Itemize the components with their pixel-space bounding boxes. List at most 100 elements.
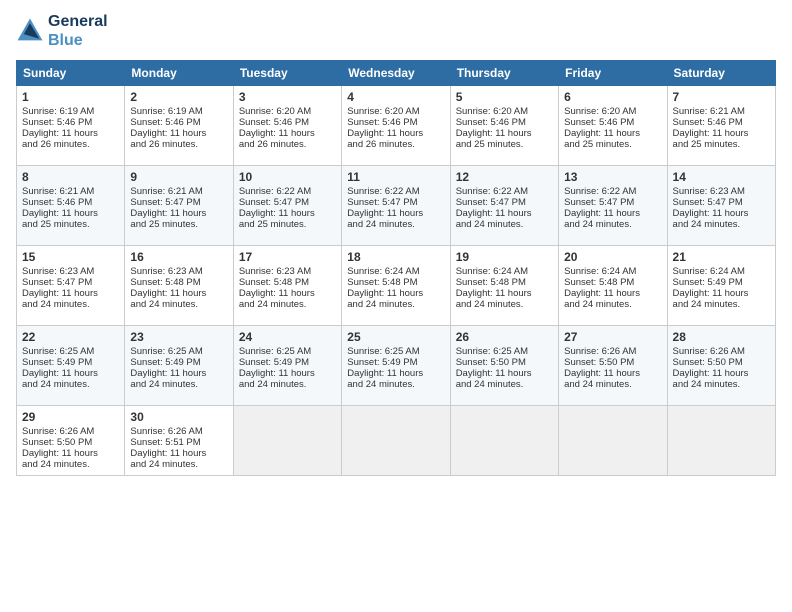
calendar-cell: 8Sunrise: 6:21 AMSunset: 5:46 PMDaylight… bbox=[17, 166, 125, 246]
day-info-line: Daylight: 11 hours bbox=[347, 368, 444, 379]
calendar-cell: 15Sunrise: 6:23 AMSunset: 5:47 PMDayligh… bbox=[17, 246, 125, 326]
day-info-line: and 24 minutes. bbox=[456, 219, 553, 230]
calendar-cell: 9Sunrise: 6:21 AMSunset: 5:47 PMDaylight… bbox=[125, 166, 233, 246]
day-info-line: Sunrise: 6:23 AM bbox=[239, 266, 336, 277]
day-info-line: Sunrise: 6:22 AM bbox=[456, 186, 553, 197]
day-info-line: Sunset: 5:48 PM bbox=[130, 277, 227, 288]
day-info-line: Daylight: 11 hours bbox=[130, 288, 227, 299]
day-number: 1 bbox=[22, 90, 119, 104]
calendar-cell: 21Sunrise: 6:24 AMSunset: 5:49 PMDayligh… bbox=[667, 246, 775, 326]
day-info-line: and 24 minutes. bbox=[22, 299, 119, 310]
day-info-line: and 26 minutes. bbox=[130, 139, 227, 150]
day-info-line: Sunrise: 6:24 AM bbox=[673, 266, 770, 277]
page: General Blue SundayMondayTuesdayWednesda… bbox=[0, 0, 792, 612]
day-info-line: Sunset: 5:48 PM bbox=[564, 277, 661, 288]
week-row-2: 8Sunrise: 6:21 AMSunset: 5:46 PMDaylight… bbox=[17, 166, 776, 246]
day-info-line: Sunset: 5:51 PM bbox=[130, 437, 227, 448]
week-row-3: 15Sunrise: 6:23 AMSunset: 5:47 PMDayligh… bbox=[17, 246, 776, 326]
day-info-line: and 24 minutes. bbox=[673, 299, 770, 310]
day-number: 14 bbox=[673, 170, 770, 184]
calendar-cell: 2Sunrise: 6:19 AMSunset: 5:46 PMDaylight… bbox=[125, 86, 233, 166]
day-info-line: Sunset: 5:49 PM bbox=[347, 357, 444, 368]
calendar-cell: 3Sunrise: 6:20 AMSunset: 5:46 PMDaylight… bbox=[233, 86, 341, 166]
day-info-line: Sunrise: 6:19 AM bbox=[22, 106, 119, 117]
day-info-line: Sunrise: 6:22 AM bbox=[564, 186, 661, 197]
logo-icon bbox=[16, 17, 44, 45]
day-number: 12 bbox=[456, 170, 553, 184]
weekday-header-tuesday: Tuesday bbox=[233, 61, 341, 86]
calendar-cell: 26Sunrise: 6:25 AMSunset: 5:50 PMDayligh… bbox=[450, 326, 558, 406]
day-number: 21 bbox=[673, 250, 770, 264]
day-info-line: and 25 minutes. bbox=[22, 219, 119, 230]
day-info-line: Sunset: 5:46 PM bbox=[347, 117, 444, 128]
day-number: 11 bbox=[347, 170, 444, 184]
day-info-line: Daylight: 11 hours bbox=[239, 128, 336, 139]
day-info-line: Daylight: 11 hours bbox=[22, 208, 119, 219]
day-number: 7 bbox=[673, 90, 770, 104]
day-info-line: Daylight: 11 hours bbox=[347, 208, 444, 219]
calendar-cell: 5Sunrise: 6:20 AMSunset: 5:46 PMDaylight… bbox=[450, 86, 558, 166]
day-info-line: Sunrise: 6:23 AM bbox=[130, 266, 227, 277]
day-number: 9 bbox=[130, 170, 227, 184]
day-info-line: and 24 minutes. bbox=[239, 379, 336, 390]
day-info-line: Sunset: 5:46 PM bbox=[239, 117, 336, 128]
day-info-line: Sunset: 5:50 PM bbox=[22, 437, 119, 448]
day-info-line: and 24 minutes. bbox=[347, 299, 444, 310]
calendar-cell bbox=[450, 406, 558, 476]
day-info-line: Daylight: 11 hours bbox=[564, 208, 661, 219]
day-info-line: Sunrise: 6:21 AM bbox=[673, 106, 770, 117]
calendar-cell: 14Sunrise: 6:23 AMSunset: 5:47 PMDayligh… bbox=[667, 166, 775, 246]
day-info-line: and 24 minutes. bbox=[456, 379, 553, 390]
day-info-line: Sunrise: 6:25 AM bbox=[130, 346, 227, 357]
day-info-line: and 25 minutes. bbox=[673, 139, 770, 150]
weekday-header-thursday: Thursday bbox=[450, 61, 558, 86]
day-info-line: Sunset: 5:50 PM bbox=[456, 357, 553, 368]
day-info-line: Daylight: 11 hours bbox=[239, 288, 336, 299]
calendar-cell: 20Sunrise: 6:24 AMSunset: 5:48 PMDayligh… bbox=[559, 246, 667, 326]
logo: General Blue bbox=[16, 12, 108, 50]
day-info-line: Sunrise: 6:23 AM bbox=[22, 266, 119, 277]
day-info-line: Sunrise: 6:19 AM bbox=[130, 106, 227, 117]
day-info-line: Sunset: 5:46 PM bbox=[673, 117, 770, 128]
day-number: 10 bbox=[239, 170, 336, 184]
day-info-line: and 26 minutes. bbox=[22, 139, 119, 150]
day-info-line: Sunset: 5:48 PM bbox=[456, 277, 553, 288]
day-info-line: Daylight: 11 hours bbox=[239, 368, 336, 379]
calendar-cell: 10Sunrise: 6:22 AMSunset: 5:47 PMDayligh… bbox=[233, 166, 341, 246]
day-info-line: Sunset: 5:47 PM bbox=[130, 197, 227, 208]
day-info-line: and 26 minutes. bbox=[347, 139, 444, 150]
day-info-line: and 24 minutes. bbox=[22, 379, 119, 390]
day-info-line: Sunset: 5:47 PM bbox=[564, 197, 661, 208]
day-info-line: Sunrise: 6:21 AM bbox=[130, 186, 227, 197]
day-info-line: Sunrise: 6:25 AM bbox=[22, 346, 119, 357]
day-info-line: Sunrise: 6:23 AM bbox=[673, 186, 770, 197]
day-info-line: Sunrise: 6:20 AM bbox=[239, 106, 336, 117]
calendar-cell: 16Sunrise: 6:23 AMSunset: 5:48 PMDayligh… bbox=[125, 246, 233, 326]
day-info-line: Daylight: 11 hours bbox=[673, 288, 770, 299]
day-info-line: and 24 minutes. bbox=[347, 219, 444, 230]
day-number: 19 bbox=[456, 250, 553, 264]
calendar-cell: 12Sunrise: 6:22 AMSunset: 5:47 PMDayligh… bbox=[450, 166, 558, 246]
day-number: 26 bbox=[456, 330, 553, 344]
day-number: 23 bbox=[130, 330, 227, 344]
day-info-line: Daylight: 11 hours bbox=[564, 288, 661, 299]
calendar-cell: 22Sunrise: 6:25 AMSunset: 5:49 PMDayligh… bbox=[17, 326, 125, 406]
header: General Blue bbox=[16, 12, 776, 50]
calendar-table: SundayMondayTuesdayWednesdayThursdayFrid… bbox=[16, 60, 776, 476]
day-info-line: Sunrise: 6:24 AM bbox=[456, 266, 553, 277]
day-info-line: and 24 minutes. bbox=[130, 379, 227, 390]
day-info-line: Daylight: 11 hours bbox=[564, 368, 661, 379]
day-info-line: Daylight: 11 hours bbox=[22, 128, 119, 139]
day-info-line: Daylight: 11 hours bbox=[564, 128, 661, 139]
weekday-header-row: SundayMondayTuesdayWednesdayThursdayFrid… bbox=[17, 61, 776, 86]
day-info-line: Sunset: 5:46 PM bbox=[22, 197, 119, 208]
day-info-line: Sunrise: 6:22 AM bbox=[239, 186, 336, 197]
day-info-line: and 24 minutes. bbox=[130, 459, 227, 470]
day-info-line: Sunset: 5:48 PM bbox=[347, 277, 444, 288]
calendar-cell: 27Sunrise: 6:26 AMSunset: 5:50 PMDayligh… bbox=[559, 326, 667, 406]
day-info-line: Sunrise: 6:25 AM bbox=[239, 346, 336, 357]
day-info-line: Sunset: 5:47 PM bbox=[347, 197, 444, 208]
day-number: 15 bbox=[22, 250, 119, 264]
day-number: 28 bbox=[673, 330, 770, 344]
weekday-header-friday: Friday bbox=[559, 61, 667, 86]
